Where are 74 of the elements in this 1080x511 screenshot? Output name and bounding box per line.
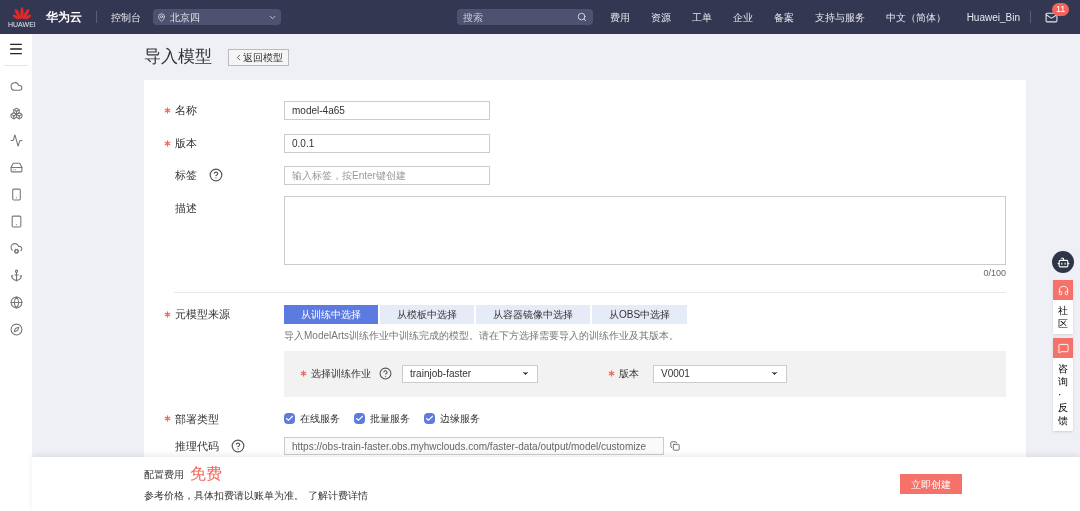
globe-icon[interactable] xyxy=(9,296,23,309)
nav-link[interactable]: Huawei_Bin xyxy=(966,9,1020,25)
checkbox-label: 边缘服务 xyxy=(440,412,480,427)
field-label: 描述 xyxy=(175,201,197,216)
field-label: 选择训练作业 xyxy=(311,367,371,381)
anchor-icon[interactable] xyxy=(9,269,23,282)
page-title: 导入模型 xyxy=(144,46,212,69)
nav-link[interactable]: 资源 xyxy=(650,9,671,25)
back-button[interactable]: 返回模型 xyxy=(228,48,289,66)
copy-icon[interactable] xyxy=(670,441,680,451)
notification-badge: 11 xyxy=(1052,2,1070,16)
search-icon[interactable] xyxy=(576,12,587,22)
checkbox-label: 在线服务 xyxy=(300,412,340,427)
help-icon[interactable] xyxy=(209,168,223,182)
job-select[interactable]: trainjob-faster xyxy=(402,364,538,383)
checkbox[interactable] xyxy=(354,413,365,425)
source-hint: 导入ModelArts训练作业中训练完成的模型。请在下方选择需要导入的训练作业及其版本。 xyxy=(284,329,679,341)
community-button[interactable]: 社区 xyxy=(1053,280,1073,334)
field-label: 元模型来源 xyxy=(175,306,230,322)
phone-icon[interactable] xyxy=(9,188,23,201)
description-field[interactable] xyxy=(284,196,1006,265)
name-field[interactable]: model-4a65 xyxy=(284,100,490,120)
checkbox[interactable] xyxy=(424,413,435,425)
nav-link[interactable]: 中文（简体） xyxy=(885,9,946,25)
nav-link[interactable]: 备案 xyxy=(773,9,794,25)
fee-value: 免费 xyxy=(190,465,222,482)
caret-icon xyxy=(521,369,530,378)
assistant-avatar[interactable] xyxy=(1052,251,1074,273)
nav-link[interactable]: 支持与服务 xyxy=(814,9,865,25)
version-field[interactable]: 0.0.1 xyxy=(284,133,490,153)
source-tab[interactable]: 从容器镜像中选择 xyxy=(476,304,590,324)
pricing-link[interactable]: 了解计费详情 xyxy=(308,487,368,503)
char-counter: 0/100 xyxy=(983,267,1006,280)
nav-link[interactable]: 企业 xyxy=(732,9,753,25)
field-label: 名称 xyxy=(175,102,197,118)
help-icon[interactable] xyxy=(231,439,245,453)
field-label: 部署类型 xyxy=(175,411,219,427)
field-label: 推理代码 xyxy=(175,438,219,454)
search-field[interactable]: 搜索 xyxy=(456,9,593,25)
region-select[interactable]: 北京四 xyxy=(152,9,281,25)
checkbox[interactable] xyxy=(284,413,295,425)
nav-link[interactable]: 工单 xyxy=(691,9,712,25)
field-label: 版本 xyxy=(619,367,639,381)
checkbox-label: 批量服务 xyxy=(370,412,410,427)
menu-icon[interactable] xyxy=(8,41,24,57)
message-icon xyxy=(1057,342,1069,354)
code-path-field[interactable]: https://obs-train-faster.obs.myhwclouds.com/faster-data/output/model/customize xyxy=(284,437,664,455)
feedback-button[interactable]: 咨询·反馈 xyxy=(1053,338,1073,431)
fee-label: 配置费用 xyxy=(144,467,184,482)
brand-name[interactable]: 华为云 xyxy=(45,8,82,26)
source-tab[interactable]: 从训练中选择 xyxy=(284,304,378,324)
drive-icon[interactable] xyxy=(9,161,23,174)
tablet-icon[interactable] xyxy=(9,215,23,228)
cloud-icon[interactable] xyxy=(9,242,23,255)
compass-icon[interactable] xyxy=(9,323,23,336)
tag-field[interactable]: 输入标签，按Enter键创建 xyxy=(284,165,490,185)
chevron-icon xyxy=(234,52,243,62)
field-label: 标签 xyxy=(175,167,197,183)
cluster-icon[interactable] xyxy=(9,107,23,120)
help-icon[interactable] xyxy=(379,367,392,380)
field-label: 版本 xyxy=(175,135,197,151)
console-link[interactable]: 控制台 xyxy=(110,9,141,25)
location-icon xyxy=(156,12,166,22)
headset-icon xyxy=(1057,284,1069,296)
logo-icon xyxy=(12,6,31,21)
cloud-icon[interactable] xyxy=(9,80,23,93)
source-tab[interactable]: 从模板中选择 xyxy=(380,304,474,324)
mail-icon[interactable] xyxy=(1045,10,1058,24)
fee-note: 参考价格，具体扣费请以账单为准。 xyxy=(144,488,304,503)
source-tab[interactable]: 从OBS中选择 xyxy=(592,304,688,324)
caret-icon xyxy=(770,369,779,378)
wave-icon[interactable] xyxy=(9,134,23,147)
nav-link[interactable]: 费用 xyxy=(609,9,630,25)
version-select[interactable]: V0001 xyxy=(653,364,787,383)
